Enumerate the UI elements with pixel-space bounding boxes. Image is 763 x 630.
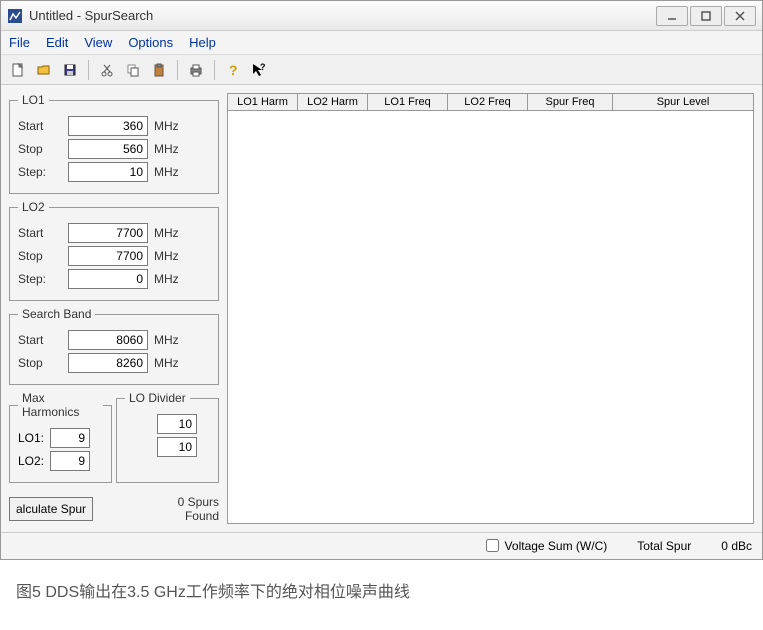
app-icon — [7, 8, 23, 24]
lo1-step-input[interactable] — [68, 162, 148, 182]
voltage-sum-check-input[interactable] — [486, 539, 499, 552]
table-header: LO1 Harm LO2 Harm LO1 Freq LO2 Freq Spur… — [227, 93, 754, 111]
lo1-start-unit: MHz — [154, 119, 179, 133]
total-spur-label: Total Spur — [637, 539, 691, 553]
sb-start-input[interactable] — [68, 330, 148, 350]
sb-stop-unit: MHz — [154, 356, 179, 370]
lo1-start-label: Start — [18, 119, 68, 133]
voltage-sum-checkbox[interactable]: Voltage Sum (W/C) — [486, 539, 608, 553]
menu-help[interactable]: Help — [189, 35, 216, 50]
lodiv-legend: LO Divider — [125, 391, 190, 405]
lodiv-1-input[interactable] — [157, 414, 197, 434]
lodiv-2-input[interactable] — [157, 437, 197, 457]
col-lo1-freq[interactable]: LO1 Freq — [368, 94, 448, 110]
lo1-legend: LO1 — [18, 93, 49, 107]
title-bar: Untitled - SpurSearch — [1, 1, 762, 31]
toolbar-sep — [214, 60, 215, 80]
col-spur-level[interactable]: Spur Level — [613, 94, 753, 110]
close-button[interactable] — [724, 6, 756, 26]
maxharm-lo2-input[interactable] — [50, 451, 90, 471]
window-buttons — [654, 6, 756, 26]
maxharm-group: Max Harmonics LO1: LO2: — [9, 391, 112, 483]
help-icon[interactable]: ? — [222, 59, 244, 81]
lo2-step-label: Step: — [18, 272, 68, 286]
sb-start-label: Start — [18, 333, 68, 347]
save-icon[interactable] — [59, 59, 81, 81]
menu-bar: File Edit View Options Help — [1, 31, 762, 55]
status-bar: Voltage Sum (W/C) Total Spur 0 dBc — [1, 532, 762, 559]
col-lo2-harm[interactable]: LO2 Harm — [298, 94, 368, 110]
lo2-stop-label: Stop — [18, 249, 68, 263]
lo1-stop-input[interactable] — [68, 139, 148, 159]
lo1-step-unit: MHz — [154, 165, 179, 179]
lo1-step-label: Step: — [18, 165, 68, 179]
lo2-step-input[interactable] — [68, 269, 148, 289]
figure-caption: 图5 DDS输出在3.5 GHz工作频率下的绝对相位噪声曲线 — [16, 578, 763, 602]
results-panel: LO1 Harm LO2 Harm LO1 Freq LO2 Freq Spur… — [227, 93, 754, 524]
copy-icon[interactable] — [122, 59, 144, 81]
menu-options[interactable]: Options — [128, 35, 173, 50]
lo2-start-label: Start — [18, 226, 68, 240]
open-icon[interactable] — [33, 59, 55, 81]
lo1-group: LO1 Start MHz Stop MHz Step: MHz — [9, 93, 219, 194]
left-panel: LO1 Start MHz Stop MHz Step: MHz — [9, 93, 219, 524]
spurs-found: 0 Spurs Found — [103, 495, 219, 524]
sb-start-unit: MHz — [154, 333, 179, 347]
spurs-label: Found — [103, 509, 219, 523]
table-body[interactable] — [227, 111, 754, 524]
col-lo2-freq[interactable]: LO2 Freq — [448, 94, 528, 110]
minimize-button[interactable] — [656, 6, 688, 26]
lo2-step-unit: MHz — [154, 272, 179, 286]
toolbar-sep — [177, 60, 178, 80]
maxharm-lo1-label: LO1: — [18, 431, 50, 445]
svg-text:?: ? — [260, 62, 266, 72]
spurs-count: 0 Spurs — [103, 495, 219, 509]
lo2-group: LO2 Start MHz Stop MHz Step: MHz — [9, 200, 219, 301]
paste-icon[interactable] — [148, 59, 170, 81]
context-help-icon[interactable]: ? — [248, 59, 270, 81]
searchband-legend: Search Band — [18, 307, 95, 321]
sb-stop-label: Stop — [18, 356, 68, 370]
menu-edit[interactable]: Edit — [46, 35, 68, 50]
cut-icon[interactable] — [96, 59, 118, 81]
lo2-stop-unit: MHz — [154, 249, 179, 263]
content-area: LO1 Start MHz Stop MHz Step: MHz — [1, 85, 762, 532]
lo2-legend: LO2 — [18, 200, 49, 214]
svg-text:?: ? — [229, 62, 238, 78]
toolbar: ? ? — [1, 55, 762, 85]
toolbar-sep — [88, 60, 89, 80]
col-lo1-harm[interactable]: LO1 Harm — [228, 94, 298, 110]
voltage-sum-label: Voltage Sum (W/C) — [505, 539, 608, 553]
window-title: Untitled - SpurSearch — [29, 8, 654, 23]
lo1-start-input[interactable] — [68, 116, 148, 136]
menu-view[interactable]: View — [84, 35, 112, 50]
app-window: Untitled - SpurSearch File Edit View Opt… — [0, 0, 763, 560]
total-spur-value: 0 dBc — [721, 539, 752, 553]
lo1-stop-label: Stop — [18, 142, 68, 156]
sb-stop-input[interactable] — [68, 353, 148, 373]
searchband-group: Search Band Start MHz Stop MHz — [9, 307, 219, 385]
lodiv-group: LO Divider — [116, 391, 219, 483]
maxharm-lo2-label: LO2: — [18, 454, 50, 468]
lo2-start-input[interactable] — [68, 223, 148, 243]
lo2-stop-input[interactable] — [68, 246, 148, 266]
menu-file[interactable]: File — [9, 35, 30, 50]
maxharm-legend: Max Harmonics — [18, 391, 103, 419]
lo1-stop-unit: MHz — [154, 142, 179, 156]
maxharm-lo1-input[interactable] — [50, 428, 90, 448]
new-icon[interactable] — [7, 59, 29, 81]
calculate-button[interactable]: alculate Spur — [9, 497, 93, 521]
lo2-start-unit: MHz — [154, 226, 179, 240]
col-spur-freq[interactable]: Spur Freq — [528, 94, 613, 110]
maximize-button[interactable] — [690, 6, 722, 26]
print-icon[interactable] — [185, 59, 207, 81]
